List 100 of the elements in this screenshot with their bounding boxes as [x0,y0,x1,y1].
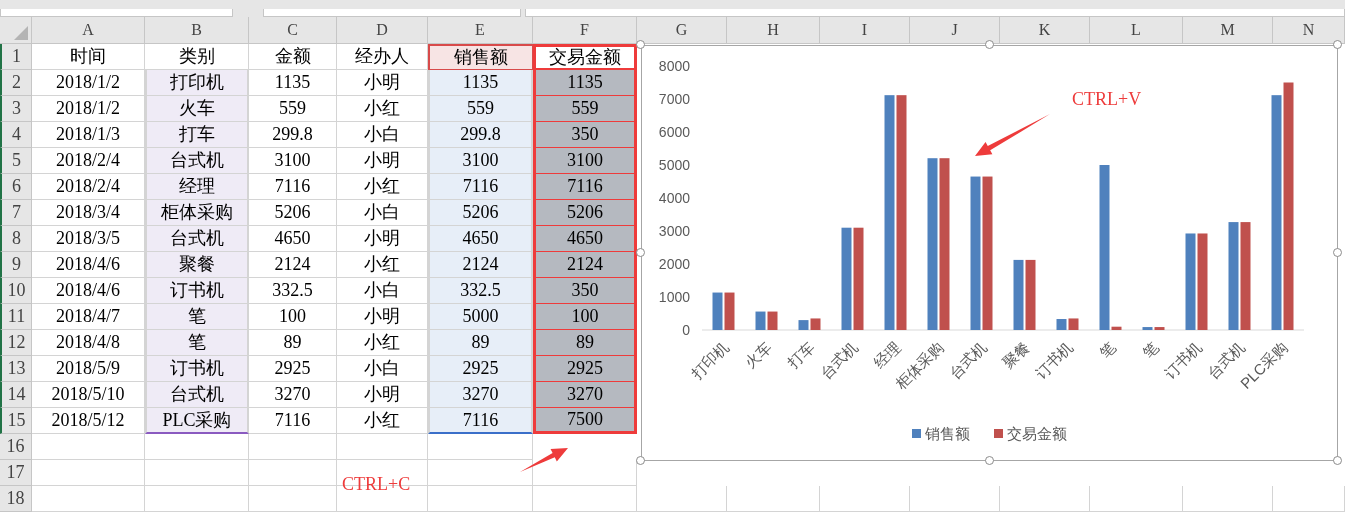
column-header[interactable]: N [1273,17,1345,44]
table-cell[interactable]: 小红 [337,408,428,434]
resize-handle[interactable] [1333,248,1342,257]
table-cell[interactable]: 299.8 [428,122,533,148]
table-cell[interactable]: 350 [533,278,637,304]
table-cell[interactable]: 经理 [145,174,249,200]
table-cell[interactable]: 559 [428,96,533,122]
column-header[interactable]: I [820,17,910,44]
empty-cell[interactable] [533,486,637,512]
table-cell[interactable]: 559 [533,96,637,122]
column-header[interactable]: G [637,17,727,44]
row-header[interactable]: 13 [0,356,32,382]
row-header[interactable]: 9 [0,252,32,278]
table-cell[interactable]: 小红 [337,330,428,356]
empty-cell[interactable] [428,434,533,460]
empty-cell[interactable] [1090,486,1183,512]
table-cell[interactable]: 2925 [428,356,533,382]
row-header[interactable]: 10 [0,278,32,304]
table-cell[interactable]: 2018/1/2 [32,70,145,96]
table-cell[interactable]: 2018/4/6 [32,252,145,278]
empty-cell[interactable] [145,460,249,486]
column-header[interactable]: F [533,17,637,44]
empty-cell[interactable] [1273,486,1345,512]
table-cell[interactable]: 火车 [145,96,249,122]
table-cell[interactable]: 小明 [337,70,428,96]
resize-handle[interactable] [636,456,645,465]
select-all-corner[interactable] [0,17,32,44]
column-header[interactable]: J [910,17,1000,44]
table-cell[interactable]: 台式机 [145,148,249,174]
table-cell[interactable]: 1135 [533,70,637,96]
table-cell[interactable]: 5000 [428,304,533,330]
table-cell[interactable]: 350 [533,122,637,148]
table-cell[interactable]: 台式机 [145,226,249,252]
table-cell[interactable]: 2018/4/6 [32,278,145,304]
table-cell[interactable]: 订书机 [145,356,249,382]
table-cell[interactable]: PLC采购 [145,408,249,434]
table-cell[interactable]: 小红 [337,174,428,200]
column-header[interactable]: L [1090,17,1183,44]
column-header[interactable]: B [145,17,249,44]
table-cell[interactable]: 7116 [428,174,533,200]
column-heading[interactable]: 金额 [249,44,337,70]
table-cell[interactable]: 89 [249,330,337,356]
table-cell[interactable]: 3270 [428,382,533,408]
row-header[interactable]: 7 [0,200,32,226]
table-cell[interactable]: 2018/4/7 [32,304,145,330]
table-cell[interactable]: 89 [428,330,533,356]
table-cell[interactable]: 小明 [337,382,428,408]
row-header[interactable]: 1 [0,44,32,70]
row-header[interactable]: 17 [0,460,32,486]
empty-cell[interactable] [637,486,727,512]
table-cell[interactable]: 2124 [533,252,637,278]
empty-cell[interactable] [910,486,1000,512]
table-cell[interactable]: 3270 [249,382,337,408]
formula-bar[interactable] [525,9,1345,17]
column-header[interactable]: D [337,17,428,44]
resize-handle[interactable] [636,40,645,49]
table-cell[interactable]: 2018/5/10 [32,382,145,408]
table-cell[interactable]: 小红 [337,96,428,122]
empty-cell[interactable] [428,486,533,512]
table-cell[interactable]: 4650 [428,226,533,252]
column-header[interactable]: H [727,17,820,44]
table-cell[interactable]: 2925 [533,356,637,382]
table-cell[interactable]: 3270 [533,382,637,408]
row-header[interactable]: 5 [0,148,32,174]
table-cell[interactable]: 1135 [249,70,337,96]
table-cell[interactable]: 2018/1/3 [32,122,145,148]
table-cell[interactable]: 7500 [533,408,637,434]
table-cell[interactable]: 100 [249,304,337,330]
table-cell[interactable]: 2018/4/8 [32,330,145,356]
table-cell[interactable]: 订书机 [145,278,249,304]
column-header[interactable]: M [1183,17,1273,44]
table-cell[interactable]: 2018/2/4 [32,174,145,200]
table-cell[interactable]: 台式机 [145,382,249,408]
table-cell[interactable]: 5206 [533,200,637,226]
table-cell[interactable]: 7116 [249,408,337,434]
table-cell[interactable]: 小白 [337,122,428,148]
table-cell[interactable]: 3100 [533,148,637,174]
row-header[interactable]: 2 [0,70,32,96]
row-header[interactable]: 18 [0,486,32,512]
table-cell[interactable]: 2018/5/12 [32,408,145,434]
table-cell[interactable]: 2124 [249,252,337,278]
resize-handle[interactable] [1333,456,1342,465]
column-header[interactable]: E [428,17,533,44]
row-header[interactable]: 15 [0,408,32,434]
resize-handle[interactable] [636,248,645,257]
table-cell[interactable]: 559 [249,96,337,122]
column-heading[interactable]: 交易金额 [533,44,637,70]
table-cell[interactable]: 3100 [428,148,533,174]
table-cell[interactable]: 7116 [249,174,337,200]
row-header[interactable]: 6 [0,174,32,200]
table-cell[interactable]: 2018/2/4 [32,148,145,174]
empty-cell[interactable] [249,486,337,512]
empty-cell[interactable] [1183,486,1273,512]
table-cell[interactable]: 332.5 [428,278,533,304]
column-heading[interactable]: 经办人 [337,44,428,70]
row-header[interactable]: 4 [0,122,32,148]
table-cell[interactable]: 柜体采购 [145,200,249,226]
table-cell[interactable]: 笔 [145,330,249,356]
table-cell[interactable]: 2018/1/2 [32,96,145,122]
table-cell[interactable]: 小红 [337,252,428,278]
